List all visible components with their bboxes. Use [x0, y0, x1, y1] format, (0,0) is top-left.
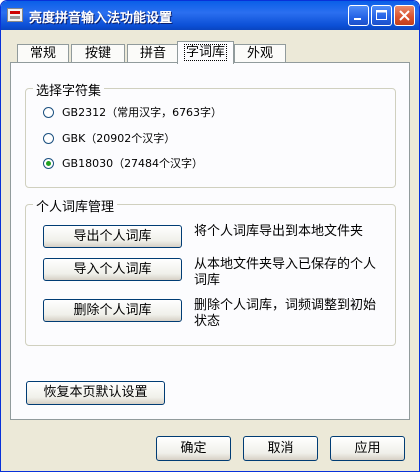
tab-general[interactable]: 常规 [17, 44, 69, 63]
tab-label: 字词库 [183, 44, 227, 61]
close-icon [399, 10, 410, 21]
title-bar[interactable]: 亮度拼音输入法功能设置 [1, 1, 419, 30]
settings-window: 亮度拼音输入法功能设置 常规 按键 拼音 字词库 外观 选择字符集 GB2312… [0, 0, 420, 472]
charset-group-legend: 选择字符集 [33, 80, 105, 99]
export-description: 将个人词库导出到本地文件夹 [194, 224, 364, 239]
maximize-icon [376, 10, 387, 20]
radio-label: GB18030（27484个汉字） [62, 157, 204, 170]
window-title: 亮度拼音输入法功能设置 [29, 11, 173, 26]
tab-appearance[interactable]: 外观 [234, 44, 286, 63]
restore-defaults-button[interactable]: 恢复本页默认设置 [26, 381, 165, 405]
close-button[interactable] [394, 5, 415, 26]
tab-label: 外观 [246, 46, 273, 61]
tab-label: 按键 [84, 46, 111, 61]
apply-button[interactable]: 应用 [330, 436, 405, 461]
dictionary-tab-panel: 选择字符集 GB2312（常用汉字，6763字） GBK（20902个汉字） G… [10, 62, 410, 420]
export-dictionary-button[interactable]: 导出个人词库 [43, 225, 182, 248]
app-icon [7, 8, 23, 22]
delete-description: 删除个人词库，词频调整到初始状态 [194, 298, 377, 329]
radio-button[interactable] [43, 133, 54, 144]
radio-button-checked[interactable] [43, 158, 54, 169]
maximize-button[interactable] [371, 5, 392, 26]
radio-button[interactable] [43, 107, 54, 118]
personal-dict-group-legend: 个人词库管理 [33, 196, 118, 215]
tab-keys[interactable]: 按键 [71, 44, 125, 63]
import-dictionary-button[interactable]: 导入个人词库 [43, 258, 182, 281]
delete-dictionary-button[interactable]: 删除个人词库 [43, 299, 182, 322]
radio-label: GBK（20902个汉字） [62, 132, 176, 145]
tab-label: 拼音 [139, 46, 166, 61]
charset-group: 选择字符集 GB2312（常用汉字，6763字） GBK（20902个汉字） G… [25, 80, 396, 188]
cancel-button[interactable]: 取消 [243, 436, 318, 461]
tab-dictionary[interactable]: 字词库 [177, 41, 234, 64]
import-description: 从本地文件夹导入已保存的个人词库 [194, 257, 377, 288]
minimize-button[interactable] [348, 5, 369, 26]
minimize-icon [354, 18, 361, 20]
tab-pinyin[interactable]: 拼音 [127, 44, 179, 63]
radio-label: GB2312（常用汉字，6763字） [62, 106, 223, 119]
personal-dict-group: 个人词库管理 导出个人词库 将个人词库导出到本地文件夹 导入个人词库 从本地文件… [25, 196, 396, 346]
tab-label: 常规 [29, 46, 56, 61]
ok-button[interactable]: 确定 [156, 436, 231, 461]
